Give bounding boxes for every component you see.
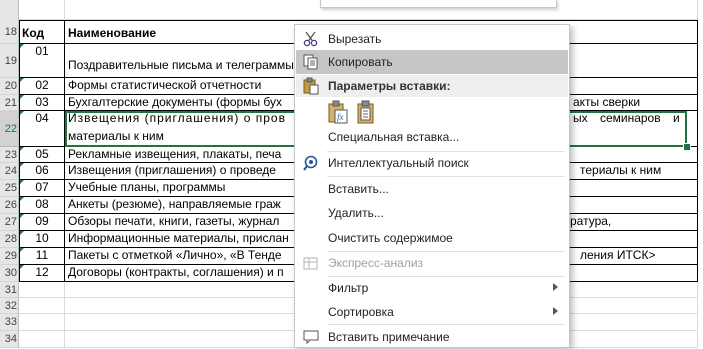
cell-code[interactable]: 03 bbox=[19, 95, 65, 111]
menu-item-label: Вставить... bbox=[328, 182, 389, 196]
row-header[interactable]: 33 bbox=[0, 314, 19, 331]
row-header[interactable]: 21 bbox=[0, 95, 19, 111]
cell-code[interactable]: 11 bbox=[19, 248, 65, 265]
quick-analysis-icon bbox=[302, 254, 320, 272]
cell-code[interactable]: 05 bbox=[19, 147, 65, 163]
fill-handle[interactable] bbox=[683, 143, 691, 151]
copy-icon bbox=[302, 53, 320, 71]
menu-item-copy[interactable]: Копировать bbox=[296, 50, 568, 74]
row-header[interactable]: 25 bbox=[0, 180, 19, 197]
cell-text-tail: ратура, bbox=[570, 214, 612, 228]
menu-item-insert[interactable]: Вставить... bbox=[296, 177, 568, 201]
row-header[interactable]: 18 bbox=[0, 20, 19, 44]
menu-item-label: Интеллектуальный поиск bbox=[328, 156, 469, 170]
paste-formulas-button[interactable]: fx bbox=[325, 99, 351, 127]
column-header-code[interactable]: Код bbox=[19, 20, 65, 44]
row-header[interactable]: 19 bbox=[0, 44, 19, 78]
row-header[interactable]: 26 bbox=[0, 197, 19, 214]
row-header[interactable]: 28 bbox=[0, 231, 19, 248]
menu-item-clear-contents[interactable]: Очистить содержимое bbox=[296, 226, 568, 250]
smart-lookup-icon bbox=[302, 154, 320, 172]
row-header[interactable]: 23 bbox=[0, 147, 19, 163]
paste-options-section: Параметры вставки: bbox=[296, 75, 568, 97]
cell-code[interactable]: 09 bbox=[19, 214, 65, 231]
menu-item-label: Удалить... bbox=[328, 206, 384, 220]
row-header[interactable]: 32 bbox=[0, 298, 19, 314]
paste-icon bbox=[302, 77, 320, 98]
menu-item-insert-comment[interactable]: Вставить примечание bbox=[296, 325, 568, 349]
section-title: Параметры вставки: bbox=[328, 79, 451, 93]
cell-code[interactable]: 10 bbox=[19, 231, 65, 248]
menu-item-sort[interactable]: Сортировка bbox=[296, 300, 568, 324]
menu-item-label: Фильтр bbox=[328, 281, 369, 295]
row-header[interactable]: 29 bbox=[0, 248, 19, 265]
menu-item-label: Вырезать bbox=[328, 32, 382, 46]
cell-text: Бухгалтерские документы (формы бух bbox=[68, 95, 283, 109]
context-menu: Вырезать Копировать Параметры вставки: f… bbox=[294, 24, 570, 348]
paste-values-button[interactable] bbox=[353, 99, 379, 127]
menu-item-label: Копировать bbox=[328, 55, 393, 69]
cell[interactable] bbox=[19, 314, 65, 331]
menu-item-label: Экспресс-анализ bbox=[328, 256, 424, 270]
row-header[interactable]: 20 bbox=[0, 78, 19, 95]
svg-text:fx: fx bbox=[337, 112, 344, 122]
submenu-arrow-icon bbox=[553, 283, 558, 291]
cell-code[interactable]: 08 bbox=[19, 197, 65, 214]
cell-code[interactable]: 06 bbox=[19, 163, 65, 180]
cell-code[interactable]: 02 bbox=[19, 78, 65, 95]
menu-item-label: Сортировка bbox=[328, 305, 394, 319]
row-header[interactable]: 30 bbox=[0, 265, 19, 282]
cell[interactable] bbox=[19, 0, 65, 20]
row-header[interactable]: 27 bbox=[0, 214, 19, 231]
cell-text-tail: ления ИТСК> bbox=[580, 248, 656, 262]
cell-text: Обзоры печати, книги, газеты, журнал bbox=[68, 214, 280, 228]
cell-text: Пакеты с отметкой «Лично», «В Тенде bbox=[68, 248, 282, 262]
cell-text: Извещения (приглашения) о проведе bbox=[68, 163, 276, 177]
cell[interactable] bbox=[19, 298, 65, 314]
cell[interactable] bbox=[19, 282, 65, 298]
cell-code[interactable]: 12 bbox=[19, 265, 65, 282]
menu-item-label: Вставить примечание bbox=[328, 330, 450, 344]
cell-text-line1: Извещения (приглашения) о пров bbox=[68, 111, 286, 125]
scissors-icon bbox=[302, 30, 320, 48]
menu-item-label: Специальная вставка... bbox=[328, 130, 460, 144]
menu-item-label: Очистить содержимое bbox=[328, 231, 453, 245]
cell-code[interactable]: 07 bbox=[19, 180, 65, 197]
row-header[interactable]: 31 bbox=[0, 282, 19, 298]
cell-code[interactable]: 04 bbox=[19, 111, 65, 147]
menu-item-cut[interactable]: Вырезать bbox=[296, 27, 568, 51]
cell[interactable] bbox=[19, 331, 65, 348]
menu-item-delete[interactable]: Удалить... bbox=[296, 201, 568, 225]
row-header-active[interactable]: 22 bbox=[0, 111, 19, 147]
menu-item-smart-lookup[interactable]: Интеллектуальный поиск bbox=[296, 151, 568, 175]
comment-icon bbox=[302, 328, 320, 346]
row-header[interactable]: 24 bbox=[0, 163, 19, 180]
cell-text-tail: акты сверки bbox=[573, 95, 641, 109]
menu-item-paste-special[interactable]: Специальная вставка... bbox=[296, 125, 568, 149]
submenu-arrow-icon bbox=[553, 307, 558, 315]
cell-text-line1-end: ых семинаров и bbox=[573, 111, 680, 125]
row-header[interactable]: 34 bbox=[0, 331, 19, 348]
cell-text-tail: териалы к ним bbox=[580, 163, 662, 177]
cell-code[interactable]: 01 bbox=[19, 44, 65, 78]
menu-item-filter[interactable]: Фильтр bbox=[296, 276, 568, 300]
menu-item-quick-analysis[interactable]: Экспресс-анализ bbox=[296, 251, 568, 275]
mini-toolbar-edge bbox=[320, 0, 557, 8]
